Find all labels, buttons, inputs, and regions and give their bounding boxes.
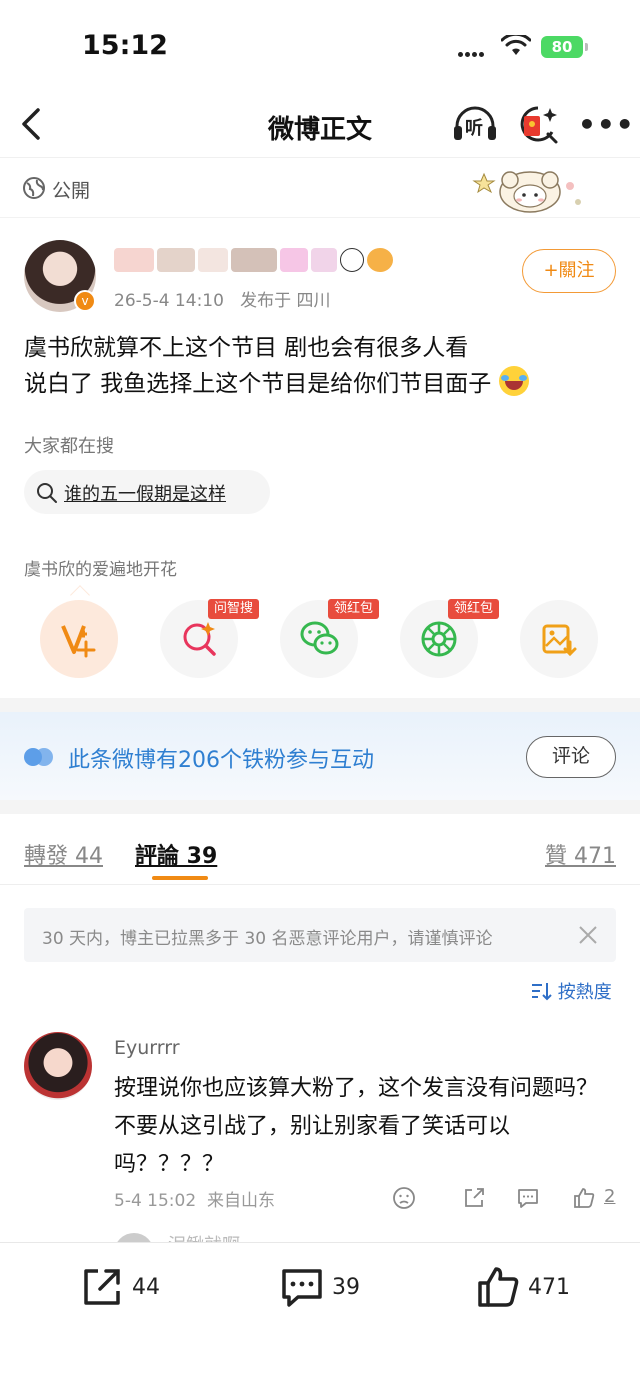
active-tab-indicator: [152, 876, 208, 880]
section-separator: [0, 698, 640, 712]
sort-label: 按熱度: [557, 982, 612, 1003]
hot-search-query: 谁的五一假期是这样: [64, 484, 226, 505]
more-icon[interactable]: •••: [578, 108, 635, 141]
fans-interaction-bar: 此条微博有206个铁粉参与互动 评论: [0, 712, 640, 800]
sort-icon: [532, 983, 552, 1001]
visibility-label: 公開: [52, 180, 91, 202]
listen-button[interactable]: 听: [452, 104, 498, 144]
search-icon: [37, 483, 57, 503]
status-time: 15:12: [82, 30, 168, 61]
moments-redpacket-tag: 领红包: [448, 599, 500, 619]
comment-like-icon[interactable]: [572, 1186, 596, 1210]
block-notice: 30 天内，博主已拉黑多于 30 名恶意评论用户，请谨慎评论: [24, 908, 616, 962]
comment-avatar[interactable]: [24, 1032, 92, 1100]
forward-icon: [84, 1269, 120, 1305]
listen-label: 听: [465, 118, 483, 139]
comment-text: 按理说你也应该算大粉了，这个发言没有问题吗？不要从这引战了，别让别家看了笑话可以…: [114, 1076, 599, 1177]
sheep-sticker-icon: [472, 171, 581, 213]
tabs-divider: [0, 884, 640, 885]
sort-toggle[interactable]: 按熱度: [530, 978, 612, 1004]
bottom-action-bar: 44 39 471: [0, 1242, 640, 1387]
section-separator: [0, 800, 640, 814]
comment-reply-icon[interactable]: [516, 1186, 540, 1210]
post-text-line1: 虞书欣就算不上这个节目 剧也会有很多人看: [24, 335, 469, 361]
post-text-line2-text: 说白了 我鱼选择上这个节目是给你们节目面子: [24, 371, 492, 397]
action-vplus[interactable]: [40, 600, 118, 678]
status-bar: 15:12 80: [0, 0, 640, 92]
forward-count: 44: [132, 1275, 160, 1300]
save-image-icon: [542, 624, 577, 657]
comment-username[interactable]: Eyurrrr: [114, 1037, 180, 1059]
ai-search-tag: 问智搜: [208, 599, 260, 619]
comment-meta: 5-4 15:02 来自山东: [114, 1191, 275, 1211]
iron-fans-icon: [24, 748, 53, 766]
tab-forward[interactable]: 轉發 44: [24, 838, 103, 870]
tab-like[interactable]: 贊 471: [545, 838, 616, 870]
wifi-icon: [501, 35, 531, 55]
vplus-icon: [61, 625, 96, 658]
like-count: 471: [528, 1275, 570, 1300]
moments-icon: [421, 621, 457, 657]
wechat-icon: [300, 621, 339, 655]
red-packet-search-icon[interactable]: [518, 104, 560, 146]
verified-badge-icon: v: [74, 290, 96, 312]
globe-icon: [23, 177, 45, 199]
comment-icon: [282, 1269, 322, 1307]
like-icon: [478, 1267, 519, 1307]
comment-count: 39: [332, 1275, 360, 1300]
wechat-redpacket-tag: 领红包: [328, 599, 380, 619]
signal-icon: [458, 44, 486, 63]
hot-search-heading: 大家都在搜: [24, 436, 114, 457]
post-body: 虞书欣就算不上这个节目 剧也会有很多人看 说白了 我鱼选择上这个节目是给你们节目…: [24, 330, 624, 402]
close-icon[interactable]: [578, 925, 598, 945]
battery-indicator: 80: [541, 36, 583, 58]
action-save-image[interactable]: [520, 600, 598, 678]
comment-share-icon[interactable]: [462, 1186, 486, 1210]
ai-search-icon: [183, 622, 216, 656]
laugh-cry-emoji-icon: [498, 366, 529, 396]
fans-text: 此条微博有206个铁粉参与互动: [68, 748, 374, 773]
author-name-blurred[interactable]: [114, 248, 393, 272]
post-text-line2: 说白了 我鱼选择上这个节目是给你们节目面子: [24, 366, 624, 402]
topic-heading: 虞书欣的爱遍地开花: [24, 560, 177, 580]
hot-search-chip[interactable]: 谁的五一假期是这样: [24, 470, 270, 514]
visibility-row: 公開: [0, 158, 640, 218]
fans-comment-button[interactable]: 评论: [526, 736, 616, 778]
comment-like-count: 2: [604, 1186, 616, 1207]
tab-comment[interactable]: 評論 39: [135, 838, 217, 870]
nav-bar: 微博正文 听 •••: [0, 92, 640, 158]
dislike-face-icon[interactable]: [392, 1186, 416, 1210]
block-notice-text: 30 天内，博主已拉黑多于 30 名恶意评论用户，请谨慎评论: [42, 929, 493, 949]
battery-tip: [585, 43, 588, 51]
post-meta: 26-5-4 14:10 发布于 四川: [114, 291, 331, 311]
follow-button[interactable]: +關注: [522, 249, 616, 293]
